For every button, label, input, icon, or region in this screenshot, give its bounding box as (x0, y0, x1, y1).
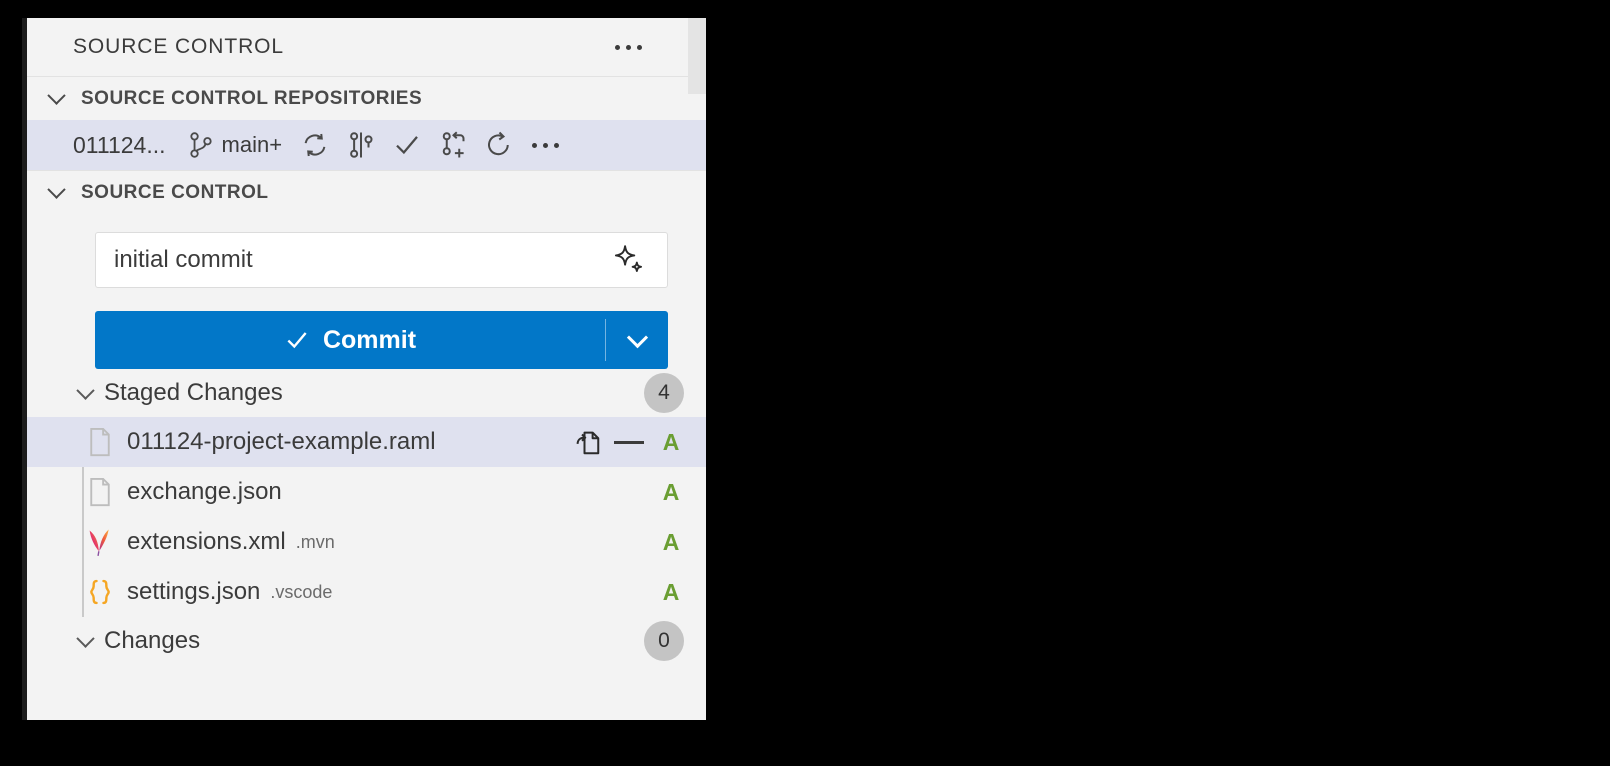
commit-message-value[interactable]: initial commit (114, 246, 609, 274)
file-blank-icon (83, 475, 117, 509)
vertical-scrollbar-thumb[interactable] (688, 18, 706, 94)
group-label-changes: Changes (104, 627, 201, 654)
commit-button-label: Commit (322, 325, 417, 354)
file-row-actions (572, 427, 644, 457)
commit-area: initial commit Commit (27, 214, 706, 369)
dot (626, 44, 631, 50)
git-branch-icon (188, 131, 214, 159)
chevron-down-icon (626, 326, 648, 348)
source-control-panel: SOURCE CONTROL SOURCE CONTROL REPOSITORI… (22, 18, 706, 720)
manage-unsafe-repositories-icon[interactable] (346, 130, 376, 160)
sparkle-icon[interactable] (609, 240, 649, 280)
commit-button-group: Commit (95, 311, 668, 369)
view-titlebar: SOURCE CONTROL (27, 18, 706, 76)
file-name: 011124-project-example.raml (127, 428, 436, 455)
section-header-source-control[interactable]: SOURCE CONTROL (27, 170, 706, 214)
dot (637, 44, 642, 50)
maven-feather-icon (83, 525, 117, 559)
file-name: exchange.json (127, 478, 282, 505)
sync-changes-icon[interactable] (300, 130, 330, 160)
view-title-actions (615, 44, 684, 50)
repository-branch[interactable]: main+ (188, 131, 283, 159)
commit-message-field[interactable]: initial commit (95, 232, 668, 288)
json-braces-icon (83, 575, 117, 609)
source-control-panel-inner: SOURCE CONTROL SOURCE CONTROL REPOSITORI… (27, 18, 706, 720)
refresh-icon[interactable] (484, 130, 514, 160)
file-status-badge: A (662, 578, 680, 605)
dot (531, 142, 537, 148)
section-header-repositories[interactable]: SOURCE CONTROL REPOSITORIES (27, 76, 706, 120)
file-row[interactable]: 011124-project-example.raml A (27, 417, 706, 467)
dot (615, 44, 620, 50)
group-label-staged-changes: Staged Changes (104, 379, 283, 406)
repository-row[interactable]: 011124... main+ (27, 120, 706, 170)
dot (542, 142, 548, 148)
file-blank-icon (83, 425, 117, 459)
group-header-changes[interactable]: Changes 0 (27, 617, 706, 665)
group-header-staged-changes[interactable]: Staged Changes 4 (27, 369, 706, 417)
commit-button[interactable]: Commit (95, 311, 605, 369)
file-name: settings.json (127, 578, 261, 605)
section-header-repositories-label: SOURCE CONTROL REPOSITORIES (81, 87, 423, 109)
open-file-icon[interactable] (572, 427, 602, 457)
chevron-down-icon[interactable] (76, 380, 95, 400)
vertical-scrollbar[interactable] (688, 18, 706, 720)
file-row[interactable]: settings.json .vscode A (27, 567, 706, 617)
view-more-actions-icon[interactable] (615, 44, 642, 50)
check-icon (284, 327, 310, 353)
repository-more-actions-icon[interactable] (530, 130, 560, 160)
repository-name: 011124... (73, 131, 166, 158)
chevron-down-icon[interactable] (43, 86, 69, 105)
group-count-badge-changes: 0 (644, 621, 684, 661)
screen-root: SOURCE CONTROL SOURCE CONTROL REPOSITORI… (0, 0, 1610, 766)
dot (553, 142, 559, 148)
section-header-source-control-label: SOURCE CONTROL (81, 181, 269, 203)
file-path-description: .mvn (295, 531, 335, 552)
repository-actions (300, 130, 560, 160)
create-pull-request-icon[interactable] (438, 130, 468, 160)
file-status-badge: A (662, 478, 680, 505)
staged-changes-file-list: 011124-project-example.raml A exchange.j… (27, 417, 706, 617)
file-path-description: .vscode (270, 581, 333, 602)
unstage-changes-icon[interactable] (614, 427, 644, 457)
commit-check-icon[interactable] (392, 130, 422, 160)
page-title: SOURCE CONTROL (73, 35, 284, 58)
file-row[interactable]: exchange.json A (27, 467, 706, 517)
commit-dropdown-button[interactable] (606, 311, 668, 369)
file-status-badge: A (662, 428, 680, 455)
group-count-badge-staged-changes: 4 (644, 373, 684, 413)
repository-branch-label: main+ (221, 132, 283, 157)
file-row[interactable]: extensions.xml .mvn A (27, 517, 706, 567)
chevron-down-icon[interactable] (43, 180, 69, 199)
chevron-down-icon[interactable] (76, 628, 95, 648)
file-status-badge: A (662, 528, 680, 555)
file-name: extensions.xml (127, 528, 286, 555)
